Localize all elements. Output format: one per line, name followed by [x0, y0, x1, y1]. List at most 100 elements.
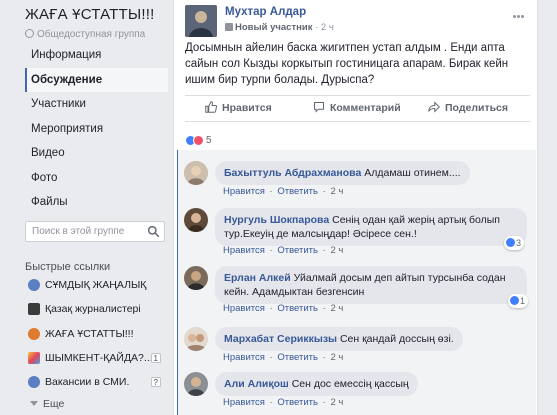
group-icon [28, 351, 40, 364]
comment-time[interactable]: 2 ч [330, 352, 343, 363]
quick-link-badge: ? [150, 377, 161, 388]
member-badge-icon [225, 23, 233, 31]
love-reaction-icon [193, 135, 204, 147]
quick-links: СҰМДЫҚ ЖАҢАЛЫҚ Қазақ журналистері ЖАҒА Ұ… [25, 273, 165, 394]
comment-like-link[interactable]: Нравится [223, 186, 265, 197]
comment-text: Сен қандай доссың өзі. [339, 333, 454, 345]
quick-link-label: Вакансии в СМИ. [45, 376, 130, 389]
nav-item-discussion[interactable]: Обсуждение [25, 67, 168, 92]
quick-links-header: Быстрые ссылки [25, 261, 111, 273]
chevron-down-icon [30, 401, 38, 406]
comment-reply-link[interactable]: Ответить [277, 303, 318, 314]
share-label: Поделиться [445, 102, 509, 114]
comment-time[interactable]: 2 ч [330, 186, 343, 197]
like-reaction-icon [506, 238, 515, 247]
comment-bubble: Мархабат Сериккызы Сен қандай доссың өзі… [215, 327, 463, 351]
quick-link-item[interactable]: Қазақ журналистері [25, 297, 165, 321]
right-gutter [539, 0, 557, 415]
share-button[interactable]: Поделиться [428, 96, 508, 121]
comment-reply-link[interactable]: Ответить [277, 245, 318, 256]
comment-author[interactable]: Нургуль Шокпарова [224, 214, 329, 226]
comment-author[interactable]: Бахыттуль Абдрахманова [224, 167, 361, 179]
commenter-avatar-image [184, 372, 208, 396]
group-nav: Информация Обсуждение Участники Мероприя… [25, 43, 168, 215]
search-icon[interactable] [147, 225, 160, 238]
quick-link-label: ЖАҒА ҰСТАТТЫ!!! [45, 327, 134, 340]
quick-link-badge: 1 [150, 352, 161, 363]
comment-text: Сен дос емессің қассың [291, 378, 409, 390]
avatar[interactable] [184, 372, 208, 396]
nav-item-photos[interactable]: Фото [25, 166, 168, 191]
comments-list: Бахыттуль Абдрахманова Алдамаш отинем...… [177, 150, 536, 415]
comment-reply-link[interactable]: Ответить [277, 186, 318, 197]
comment-author[interactable]: Али Алиқош [224, 378, 289, 390]
nav-item-videos[interactable]: Видео [25, 141, 168, 166]
app-root: ЖАҒА ҰСТАТТЫ!!! Общедоступная группа Инф… [0, 0, 557, 415]
comment-button[interactable]: Комментарий [313, 96, 401, 121]
comment-reactions[interactable]: 1 [508, 294, 529, 308]
like-reaction-icon [510, 296, 519, 305]
quick-link-item[interactable]: Вакансии в СМИ. ? [25, 370, 165, 394]
comment-actions: Нравится · Ответить · 2 ч [223, 397, 344, 408]
comment-like-link[interactable]: Нравится [223, 303, 265, 314]
comment-bubble: Ерлан Алкей Уйалмай досым деп айтып турс… [215, 266, 527, 304]
comment-bubble: Бахыттуль Абдрахманова Алдамаш отинем...… [215, 161, 470, 185]
comment-reply-link[interactable]: Ответить [277, 397, 318, 408]
comment-actions: Нравится · Ответить · 2 ч [223, 352, 344, 363]
group-icon [28, 376, 40, 389]
more-options-icon[interactable] [513, 7, 527, 18]
like-label: Нравится [222, 102, 272, 114]
avatar[interactable] [184, 327, 208, 351]
group-sidebar: ЖАҒА ҰСТАТТЫ!!! Общедоступная группа Инф… [0, 0, 173, 415]
group-title[interactable]: ЖАҒА ҰСТАТТЫ!!! [25, 6, 154, 23]
more-link[interactable]: Еще [30, 398, 64, 410]
group-icon [28, 303, 40, 316]
comment-author[interactable]: Ерлан Алкей [224, 272, 291, 284]
group-icon [28, 279, 40, 291]
nav-item-members[interactable]: Участники [25, 92, 168, 117]
commenter-avatar-image [184, 266, 208, 290]
avatar[interactable] [184, 208, 208, 232]
comment-time[interactable]: 2 ч [330, 245, 343, 256]
comment-bubble: Али Алиқош Сен дос емессің қассың [215, 372, 418, 396]
post-meta: Новый участник · 2 ч [225, 22, 334, 33]
commenter-avatar-image [184, 208, 208, 232]
nav-item-files[interactable]: Файлы [25, 190, 168, 215]
group-privacy: Общедоступная группа [25, 29, 145, 40]
post-body: Досымнын айелин баска жигитпен устап алд… [185, 42, 509, 86]
quick-link-item[interactable]: ШЫМКЕНТ-ҚАЙДА?... 1 [25, 346, 165, 370]
post-time[interactable]: 2 ч [321, 22, 334, 33]
comment-reply-link[interactable]: Ответить [277, 352, 318, 363]
comment-reaction-count: 1 [520, 296, 526, 306]
nav-item-info[interactable]: Информация [25, 43, 168, 68]
quick-link-label: ШЫМКЕНТ-ҚАЙДА?... [45, 351, 153, 364]
reaction-summary[interactable]: 5 [185, 133, 212, 147]
avatar[interactable] [184, 161, 208, 185]
commenter-avatar-image [184, 327, 208, 351]
quick-link-item[interactable]: СҰМДЫҚ ЖАҢАЛЫҚ [25, 273, 165, 297]
nav-item-events[interactable]: Мероприятия [25, 117, 168, 142]
group-search-input[interactable] [26, 222, 138, 241]
avatar[interactable] [185, 5, 217, 37]
comment-time[interactable]: 2 ч [330, 397, 343, 408]
group-icon [28, 327, 40, 340]
post-action-bar: Нравится Комментарий Поделиться [185, 95, 530, 122]
comment-author[interactable]: Мархабат Сериккызы [224, 333, 337, 345]
globe-icon [25, 29, 34, 38]
like-button[interactable]: Нравится [205, 96, 272, 121]
post-author-name[interactable]: Мухтар Алдар [225, 6, 306, 18]
comment-like-link[interactable]: Нравится [223, 352, 265, 363]
comment-time[interactable]: 2 ч [330, 303, 343, 314]
avatar[interactable] [184, 266, 208, 290]
comment-like-link[interactable]: Нравится [223, 245, 265, 256]
comment-reactions[interactable]: 3 [504, 236, 525, 250]
comment-like-link[interactable]: Нравится [223, 397, 265, 408]
quick-link-item[interactable]: ЖАҒА ҰСТАТТЫ!!! [25, 322, 165, 346]
more-link-label: Еще [43, 398, 65, 410]
comment-actions: Нравится · Ответить · 2 ч [223, 186, 344, 197]
commenter-avatar-image [184, 161, 208, 185]
member-badge: Новый участник [235, 22, 313, 33]
comment-actions: Нравится · Ответить · 2 ч [223, 245, 344, 256]
comment-icon [314, 102, 324, 113]
post-card: Мухтар Алдар Новый участник · 2 ч Досымн… [173, 0, 538, 415]
